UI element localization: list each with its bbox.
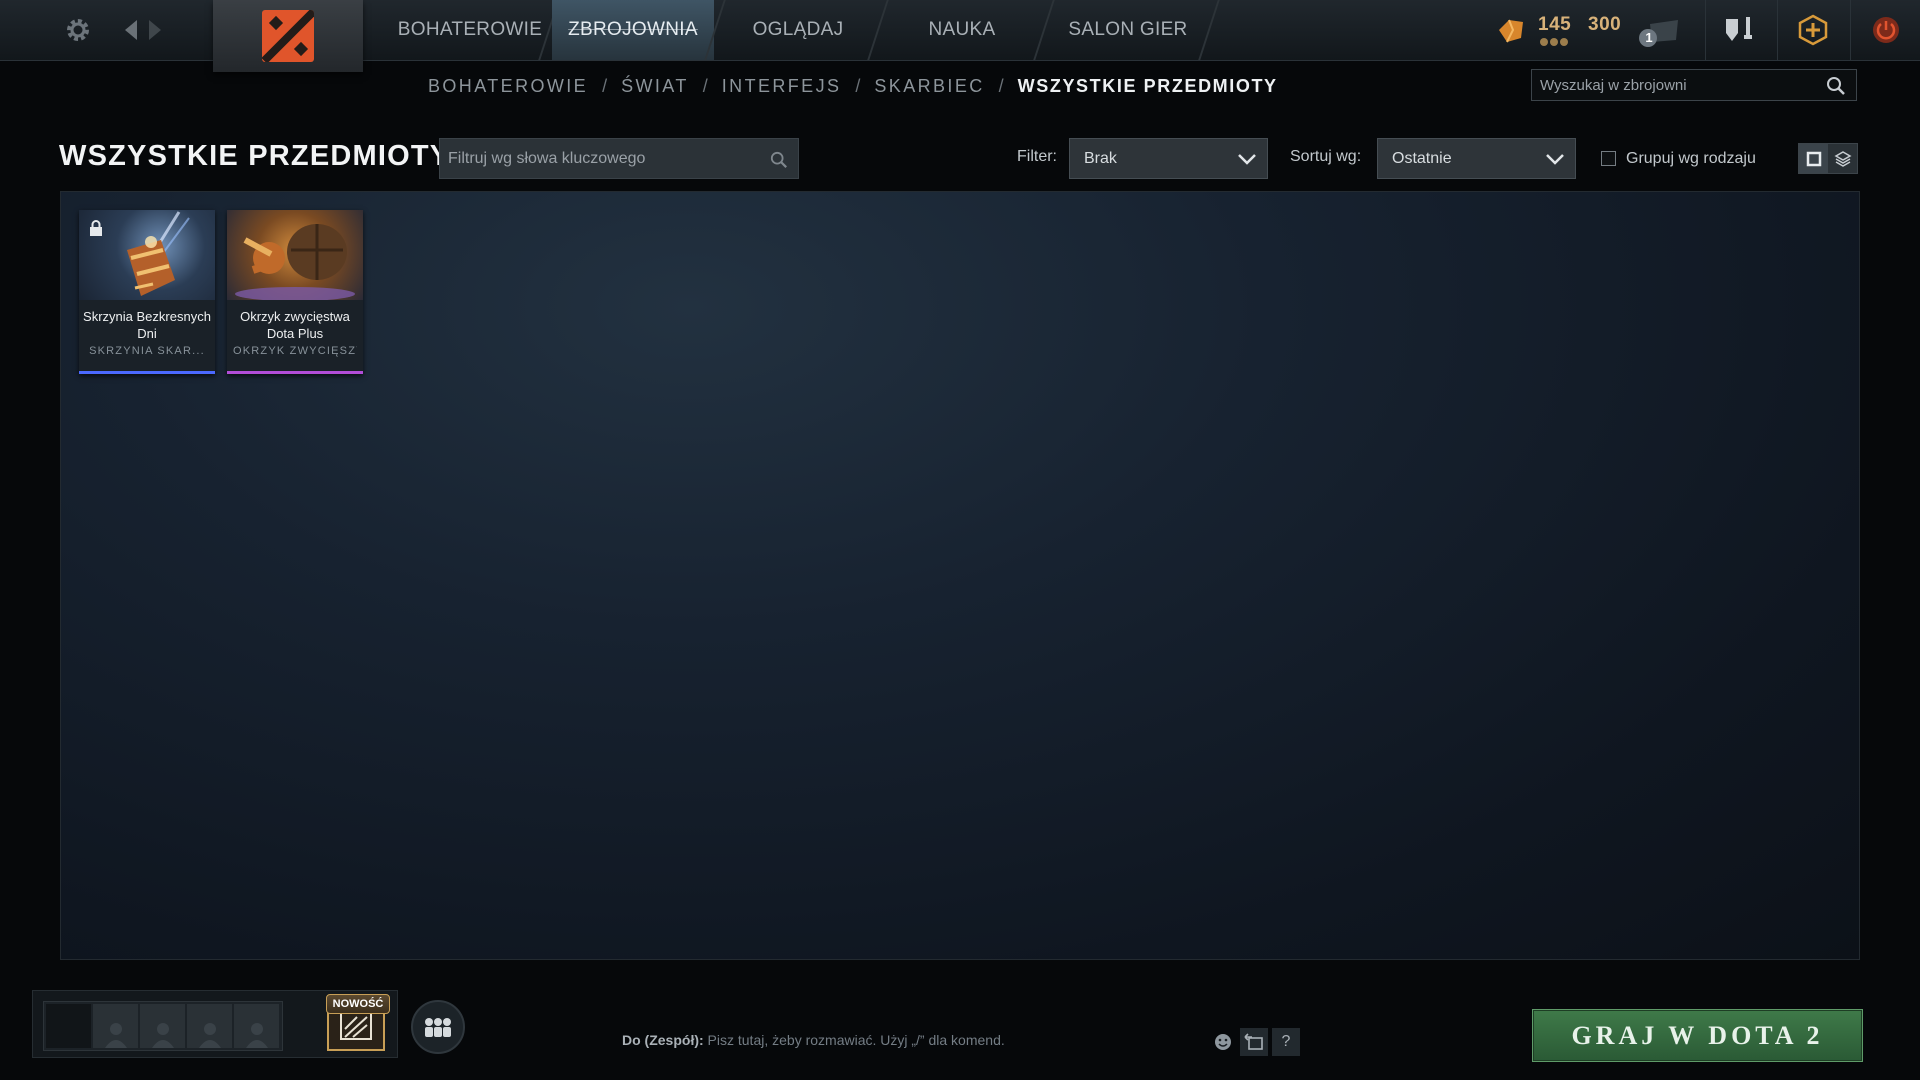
group-by-type-checkbox[interactable]	[1601, 151, 1616, 166]
emoticon-icon[interactable]	[1209, 1028, 1237, 1056]
page-title: WSZYSTKIE PRZEDMIOTY	[59, 140, 451, 172]
sort-value: Ostatnie	[1392, 149, 1452, 167]
armory-search-box	[1531, 69, 1857, 101]
search-icon	[770, 151, 788, 174]
filter-dropdown[interactable]: Brak	[1069, 138, 1268, 179]
person-icon	[104, 1023, 127, 1048]
rarity-bar	[79, 371, 215, 374]
party-slot-empty[interactable]	[187, 1004, 232, 1048]
keyword-filter-box	[439, 138, 799, 179]
chevron-down-icon	[1237, 151, 1257, 172]
search-icon[interactable]	[1826, 76, 1846, 101]
view-mode-toggle	[1798, 143, 1858, 174]
sort-dropdown[interactable]: Ostatnie	[1377, 138, 1576, 179]
chat-placeholder: Pisz tutaj, żeby rozmawiać. Użyj „/” dla…	[707, 1032, 1005, 1048]
person-icon	[198, 1023, 221, 1048]
party-slots	[43, 1001, 283, 1051]
gear-icon	[67, 19, 89, 41]
chevron-down-icon	[1545, 151, 1565, 172]
chat-input[interactable]: Do (Zespół): Pisz tutaj, żeby rozmawiać.…	[622, 1032, 1005, 1048]
settings-gear-icon[interactable]	[60, 12, 96, 48]
tab-armory[interactable]: ZBROJOWNIA	[552, 0, 714, 60]
armory-search-input[interactable]	[1532, 70, 1856, 100]
shards-icon[interactable]	[1494, 14, 1528, 46]
filter-value: Brak	[1084, 149, 1117, 167]
lock-icon	[89, 220, 103, 241]
breadcrumb: BOHATEROWIE / ŚWIAT / INTERFEJS / SKARBI…	[428, 74, 1278, 98]
tab-learn[interactable]: NAUKA	[882, 0, 1042, 60]
breadcrumb-heroes[interactable]: BOHATEROWIE	[428, 76, 588, 97]
victory-shout-image	[235, 224, 355, 300]
shield-sword-icon	[1726, 17, 1752, 41]
points-count: 300	[1588, 14, 1622, 35]
tab-arcade[interactable]: SALON GIER	[1048, 0, 1208, 60]
breadcrumb-separator: /	[998, 75, 1004, 96]
breadcrumb-separator: /	[602, 75, 608, 96]
battle-pass-button[interactable]	[1705, 0, 1776, 60]
party-slot-self[interactable]	[46, 1004, 91, 1048]
forward-arrow-icon[interactable]	[144, 14, 166, 46]
keyword-filter-input[interactable]	[440, 139, 798, 178]
breadcrumb-treasury[interactable]: SKARBIEC	[874, 76, 984, 97]
item-name: Okrzyk zwycięstwa Dota Plus	[240, 309, 350, 341]
grid-view-button[interactable]	[1799, 144, 1828, 173]
inbox-count: 1	[1645, 30, 1653, 45]
dota-plus-button[interactable]	[1777, 0, 1848, 60]
breadcrumb-separator: /	[855, 75, 861, 96]
chat-help-button[interactable]: ?	[1272, 1028, 1300, 1056]
power-icon	[1873, 17, 1899, 43]
item-card[interactable]: Skrzynia Bezkresnych Dni SKRZYNIA SKAR..…	[79, 210, 215, 374]
item-image	[227, 210, 363, 300]
friends-button[interactable]	[411, 1000, 465, 1054]
shards-coins-icon	[1539, 36, 1573, 48]
chat-target: Do (Zespół):	[622, 1032, 704, 1048]
party-slot-empty[interactable]	[93, 1004, 138, 1048]
party-slot-empty[interactable]	[140, 1004, 185, 1048]
person-icon	[151, 1023, 174, 1048]
breadcrumb-separator: /	[702, 75, 708, 96]
rarity-bar	[227, 371, 363, 374]
stacked-view-button[interactable]	[1828, 144, 1857, 173]
chat-wheel-icon[interactable]	[1240, 1028, 1268, 1056]
item-card[interactable]: Okrzyk zwycięstwa Dota Plus OKRZYK ZWYCI…	[227, 210, 363, 374]
top-navigation-bar: BOHATEROWIE ZBROJOWNIA OGLĄDAJ NAUKA SAL…	[0, 0, 1920, 72]
breadcrumb-world[interactable]: ŚWIAT	[621, 76, 689, 97]
friends-icon	[425, 1018, 451, 1037]
dota-logo-icon	[262, 10, 314, 62]
shards-count: 145	[1538, 14, 1572, 35]
group-by-type-label[interactable]: Grupuj wg rodzaju	[1626, 150, 1756, 168]
party-slot-empty[interactable]	[234, 1004, 279, 1048]
breadcrumb-current: WSZYSTKIE PRZEDMIOTY	[1017, 75, 1278, 96]
dota-plus-icon	[1798, 14, 1828, 46]
sort-label: Sortuj wg:	[1290, 148, 1362, 165]
play-dota-button[interactable]: GRAJ W DOTA 2	[1532, 1009, 1863, 1062]
filter-label: Filter:	[1017, 148, 1057, 165]
dota-logo-tab[interactable]	[213, 0, 363, 72]
new-badge: NOWOŚĆ	[326, 994, 390, 1014]
power-button[interactable]	[1850, 0, 1920, 60]
breadcrumb-interface[interactable]: INTERFEJS	[722, 76, 842, 97]
item-type: OKRZYK ZWYCIĘSZYS...	[233, 345, 357, 357]
item-name: Skrzynia Bezkresnych Dni	[83, 309, 211, 341]
item-type: SKRZYNIA SKAR...	[89, 345, 205, 357]
tab-watch[interactable]: OGLĄDAJ	[720, 0, 876, 60]
person-icon	[245, 1023, 268, 1048]
tab-heroes[interactable]: BOHATEROWIE	[395, 0, 545, 60]
layers-icon	[1833, 150, 1852, 167]
items-grid-panel: Skrzynia Bezkresnych Dni SKRZYNIA SKAR..…	[60, 191, 1860, 960]
back-arrow-icon[interactable]	[120, 14, 142, 46]
square-icon	[1806, 151, 1821, 166]
emblem-icon	[340, 1012, 372, 1040]
